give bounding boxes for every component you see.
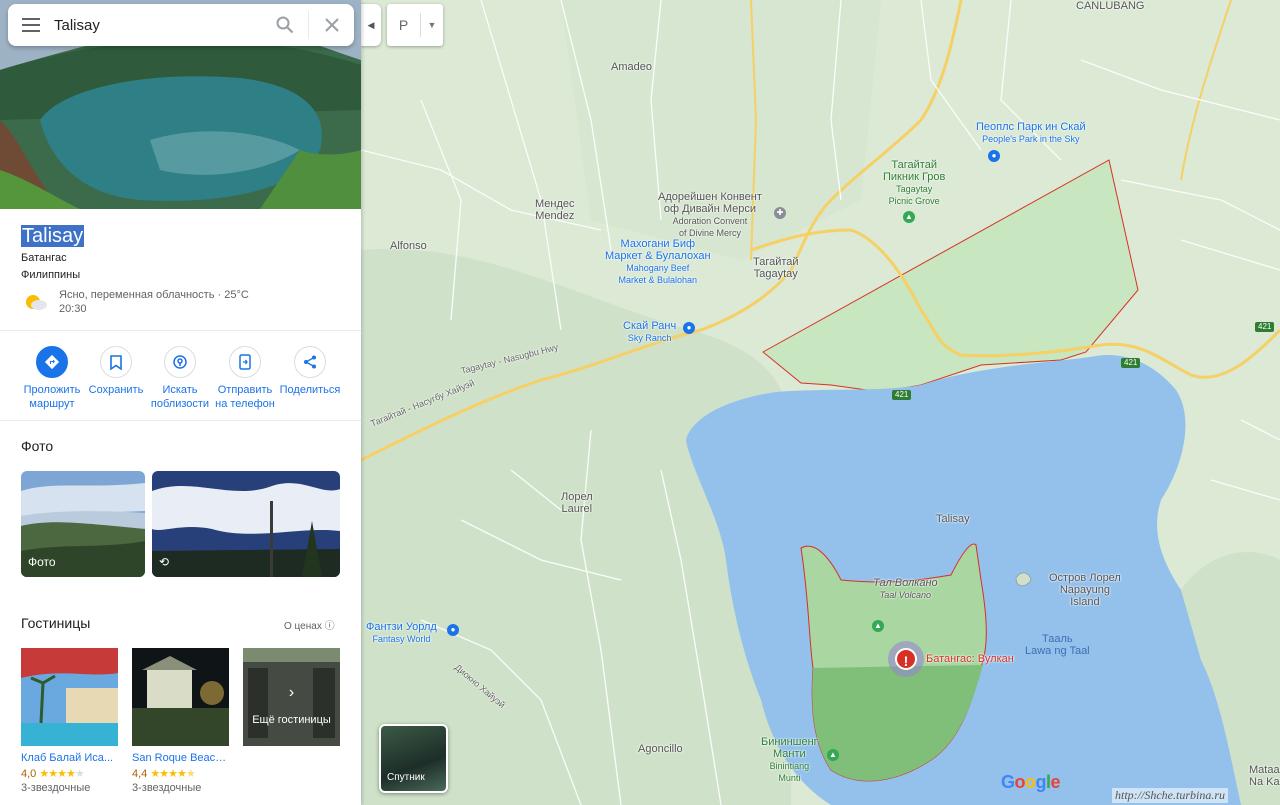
hotel-card[interactable]: Клаб Балай Иса... 4,0 ★★★★★ 3-звездочные bbox=[21, 648, 118, 794]
picnic-pin-icon[interactable]: ▲ bbox=[903, 211, 915, 223]
park-pin-icon[interactable]: ● bbox=[988, 150, 1000, 162]
road-421-badge: 421 bbox=[892, 390, 912, 400]
map-label-mahogany: Махогани Биф Маркет & Булалохан Mahogany… bbox=[605, 238, 711, 285]
nearby-icon bbox=[164, 346, 196, 378]
road-421-badge-3: 421 bbox=[1255, 322, 1275, 332]
hotel-name: Клаб Балай Иса... bbox=[21, 752, 114, 764]
google-logo: Google bbox=[1001, 772, 1061, 792]
hotels-heading: Гостиницы bbox=[21, 615, 91, 631]
partly-cloudy-icon bbox=[21, 288, 49, 316]
weather-text: Ясно, переменная облачность · 25°C bbox=[59, 289, 249, 301]
map-label-binintiang: Бининшенг Манти Binintiang Munti bbox=[761, 736, 818, 783]
alert-icon: ! bbox=[895, 648, 917, 670]
place-region: Батангас bbox=[21, 252, 67, 264]
directions-button[interactable]: Проложить маршрут bbox=[18, 346, 86, 411]
photo-thumbnail[interactable]: Фото bbox=[21, 471, 145, 577]
chevron-down-icon[interactable]: ▼ bbox=[421, 20, 443, 30]
map-label-peoples-park: Пеоплс Парк ин Скай People's Park in the… bbox=[976, 121, 1086, 144]
map-label-talisay: Talisay bbox=[936, 513, 970, 525]
nearby-button[interactable]: Искать поблизости bbox=[146, 346, 214, 411]
map-label-alert[interactable]: Батангас: Вулкан bbox=[926, 653, 1014, 665]
hotel-card[interactable]: San Roque Beach... 4,4 ★★★★★ 3-звездочны… bbox=[132, 648, 229, 794]
send-to-phone-button[interactable]: Отправить на телефон bbox=[211, 346, 279, 411]
save-button[interactable]: Сохранить bbox=[82, 346, 150, 397]
more-hotels-photo: › Ещё гостиницы bbox=[243, 648, 340, 746]
search-input[interactable] bbox=[54, 16, 262, 34]
send-to-phone-label: Отправить на телефон bbox=[215, 384, 275, 410]
map-label-mataas: Mataa Na Ka bbox=[1249, 764, 1280, 788]
map-label-picnic-grove: Тагайтай Пикник Гров Tagaytay Picnic Gro… bbox=[883, 159, 946, 206]
photo-caption: Фото bbox=[28, 555, 56, 569]
star-rating-icon: ★★★★ bbox=[150, 768, 186, 780]
hotel-rating: 4,4 ★★★★★ bbox=[132, 768, 196, 780]
bookmark-icon bbox=[100, 346, 132, 378]
save-label: Сохранить bbox=[88, 384, 144, 396]
volcano-peak-icon[interactable]: ▲ bbox=[872, 620, 884, 632]
fantasy-world-pin-icon[interactable]: ● bbox=[447, 624, 459, 636]
collapse-panel-button[interactable]: ◀ bbox=[361, 4, 381, 46]
search-icon[interactable] bbox=[262, 4, 308, 46]
info-icon: ⓘ bbox=[324, 621, 335, 632]
side-panel: Talisay Батангас Филиппины Ясно, перемен… bbox=[0, 0, 361, 805]
send-to-phone-icon bbox=[229, 346, 261, 378]
layer-switch-button[interactable]: Р ▼ bbox=[387, 4, 443, 46]
directions-icon bbox=[36, 346, 68, 378]
hotel-rating: 4,0 ★★★★★ bbox=[21, 768, 85, 780]
place-title: Talisay bbox=[21, 225, 85, 247]
map-label-mendez: Мендес Mendez bbox=[535, 198, 575, 222]
street-view-image bbox=[152, 471, 340, 577]
share-button[interactable]: Поделиться bbox=[276, 346, 344, 397]
layer-label: Р bbox=[387, 13, 421, 37]
hotel-photo bbox=[21, 648, 118, 746]
map-label-napayung: Остров Лорел Napayung Island bbox=[1049, 572, 1121, 608]
map-label-laurel: Лорел Laurel bbox=[561, 491, 593, 515]
hotel-photo bbox=[132, 648, 229, 746]
map-canvas[interactable]: CANLUBANG Amadeo Пеоплс Парк ин Скай Peo… bbox=[361, 0, 1280, 805]
sky-ranch-pin-icon[interactable]: ● bbox=[683, 322, 695, 334]
directions-label: Проложить маршрут bbox=[23, 384, 81, 410]
prices-info-link[interactable]: О ценах ⓘ bbox=[284, 617, 335, 632]
hotel-class: 3-звездочные bbox=[21, 782, 91, 794]
church-pin-icon[interactable]: ✚ bbox=[774, 207, 786, 219]
map-label-agoncillo: Agoncillo bbox=[638, 743, 683, 755]
street-view-icon: ⟲ bbox=[159, 555, 170, 569]
volcano-alert-marker[interactable]: ! bbox=[888, 641, 924, 677]
app-root: CANLUBANG Amadeo Пеоплс Парк ин Скай Peo… bbox=[0, 0, 1280, 805]
map-label-sky-ranch: Скай Ранч Sky Ranch bbox=[623, 320, 677, 343]
share-label: Поделиться bbox=[279, 384, 341, 396]
triangle-left-icon: ◀ bbox=[367, 19, 375, 30]
action-bar: Проложить маршрут Сохранить Искать поблизо… bbox=[0, 332, 361, 421]
map-graphics bbox=[361, 0, 1280, 805]
weather-info: Ясно, переменная облачность · 25°C 20:30 bbox=[21, 288, 249, 316]
map-label-fantasy-world: Фантзи Уорлд Fantasy World bbox=[366, 621, 437, 644]
satellite-toggle-button[interactable]: Спутник bbox=[379, 724, 448, 793]
chevron-right-icon: › bbox=[288, 684, 295, 701]
street-view-thumbnail[interactable]: ⟲ bbox=[152, 471, 340, 577]
place-country: Филиппины bbox=[21, 269, 81, 281]
map-label-taal-lake: Тааль Lawa ng Taal bbox=[1025, 633, 1090, 657]
map-label-tagaytay: Тагайтай Tagaytay bbox=[753, 256, 799, 280]
search-box bbox=[8, 4, 354, 46]
hotel-class: 3-звездочные bbox=[132, 782, 202, 794]
photos-heading: Фото bbox=[21, 438, 54, 454]
watermark: http://Shche.turbina.ru bbox=[1112, 788, 1228, 803]
road-421-badge-2: 421 bbox=[1121, 358, 1141, 368]
binintiang-peak-icon[interactable]: ▲ bbox=[827, 749, 839, 761]
map-label-taal-volcano: Тал Волкано Taal Volcano bbox=[873, 577, 938, 600]
close-icon[interactable] bbox=[308, 11, 354, 39]
share-icon bbox=[294, 346, 326, 378]
menu-icon[interactable] bbox=[8, 4, 54, 46]
nearby-label: Искать поблизости bbox=[150, 384, 210, 410]
map-label-amadeo: Amadeo bbox=[611, 61, 652, 73]
more-hotels-button[interactable]: › Ещё гостиницы bbox=[243, 648, 340, 746]
more-hotels-label: Ещё гостиницы bbox=[252, 714, 331, 726]
local-time: 20:30 bbox=[59, 303, 87, 315]
hotel-name: San Roque Beach... bbox=[132, 752, 229, 764]
map-label-adoration: Адорейшен Конвент оф Дивайн Мерси Adorat… bbox=[658, 191, 762, 238]
star-rating-icon: ★★★★ bbox=[39, 768, 75, 780]
map-label-alfonso: Alfonso bbox=[390, 240, 427, 252]
map-label-canlubang: CANLUBANG bbox=[1076, 0, 1145, 12]
